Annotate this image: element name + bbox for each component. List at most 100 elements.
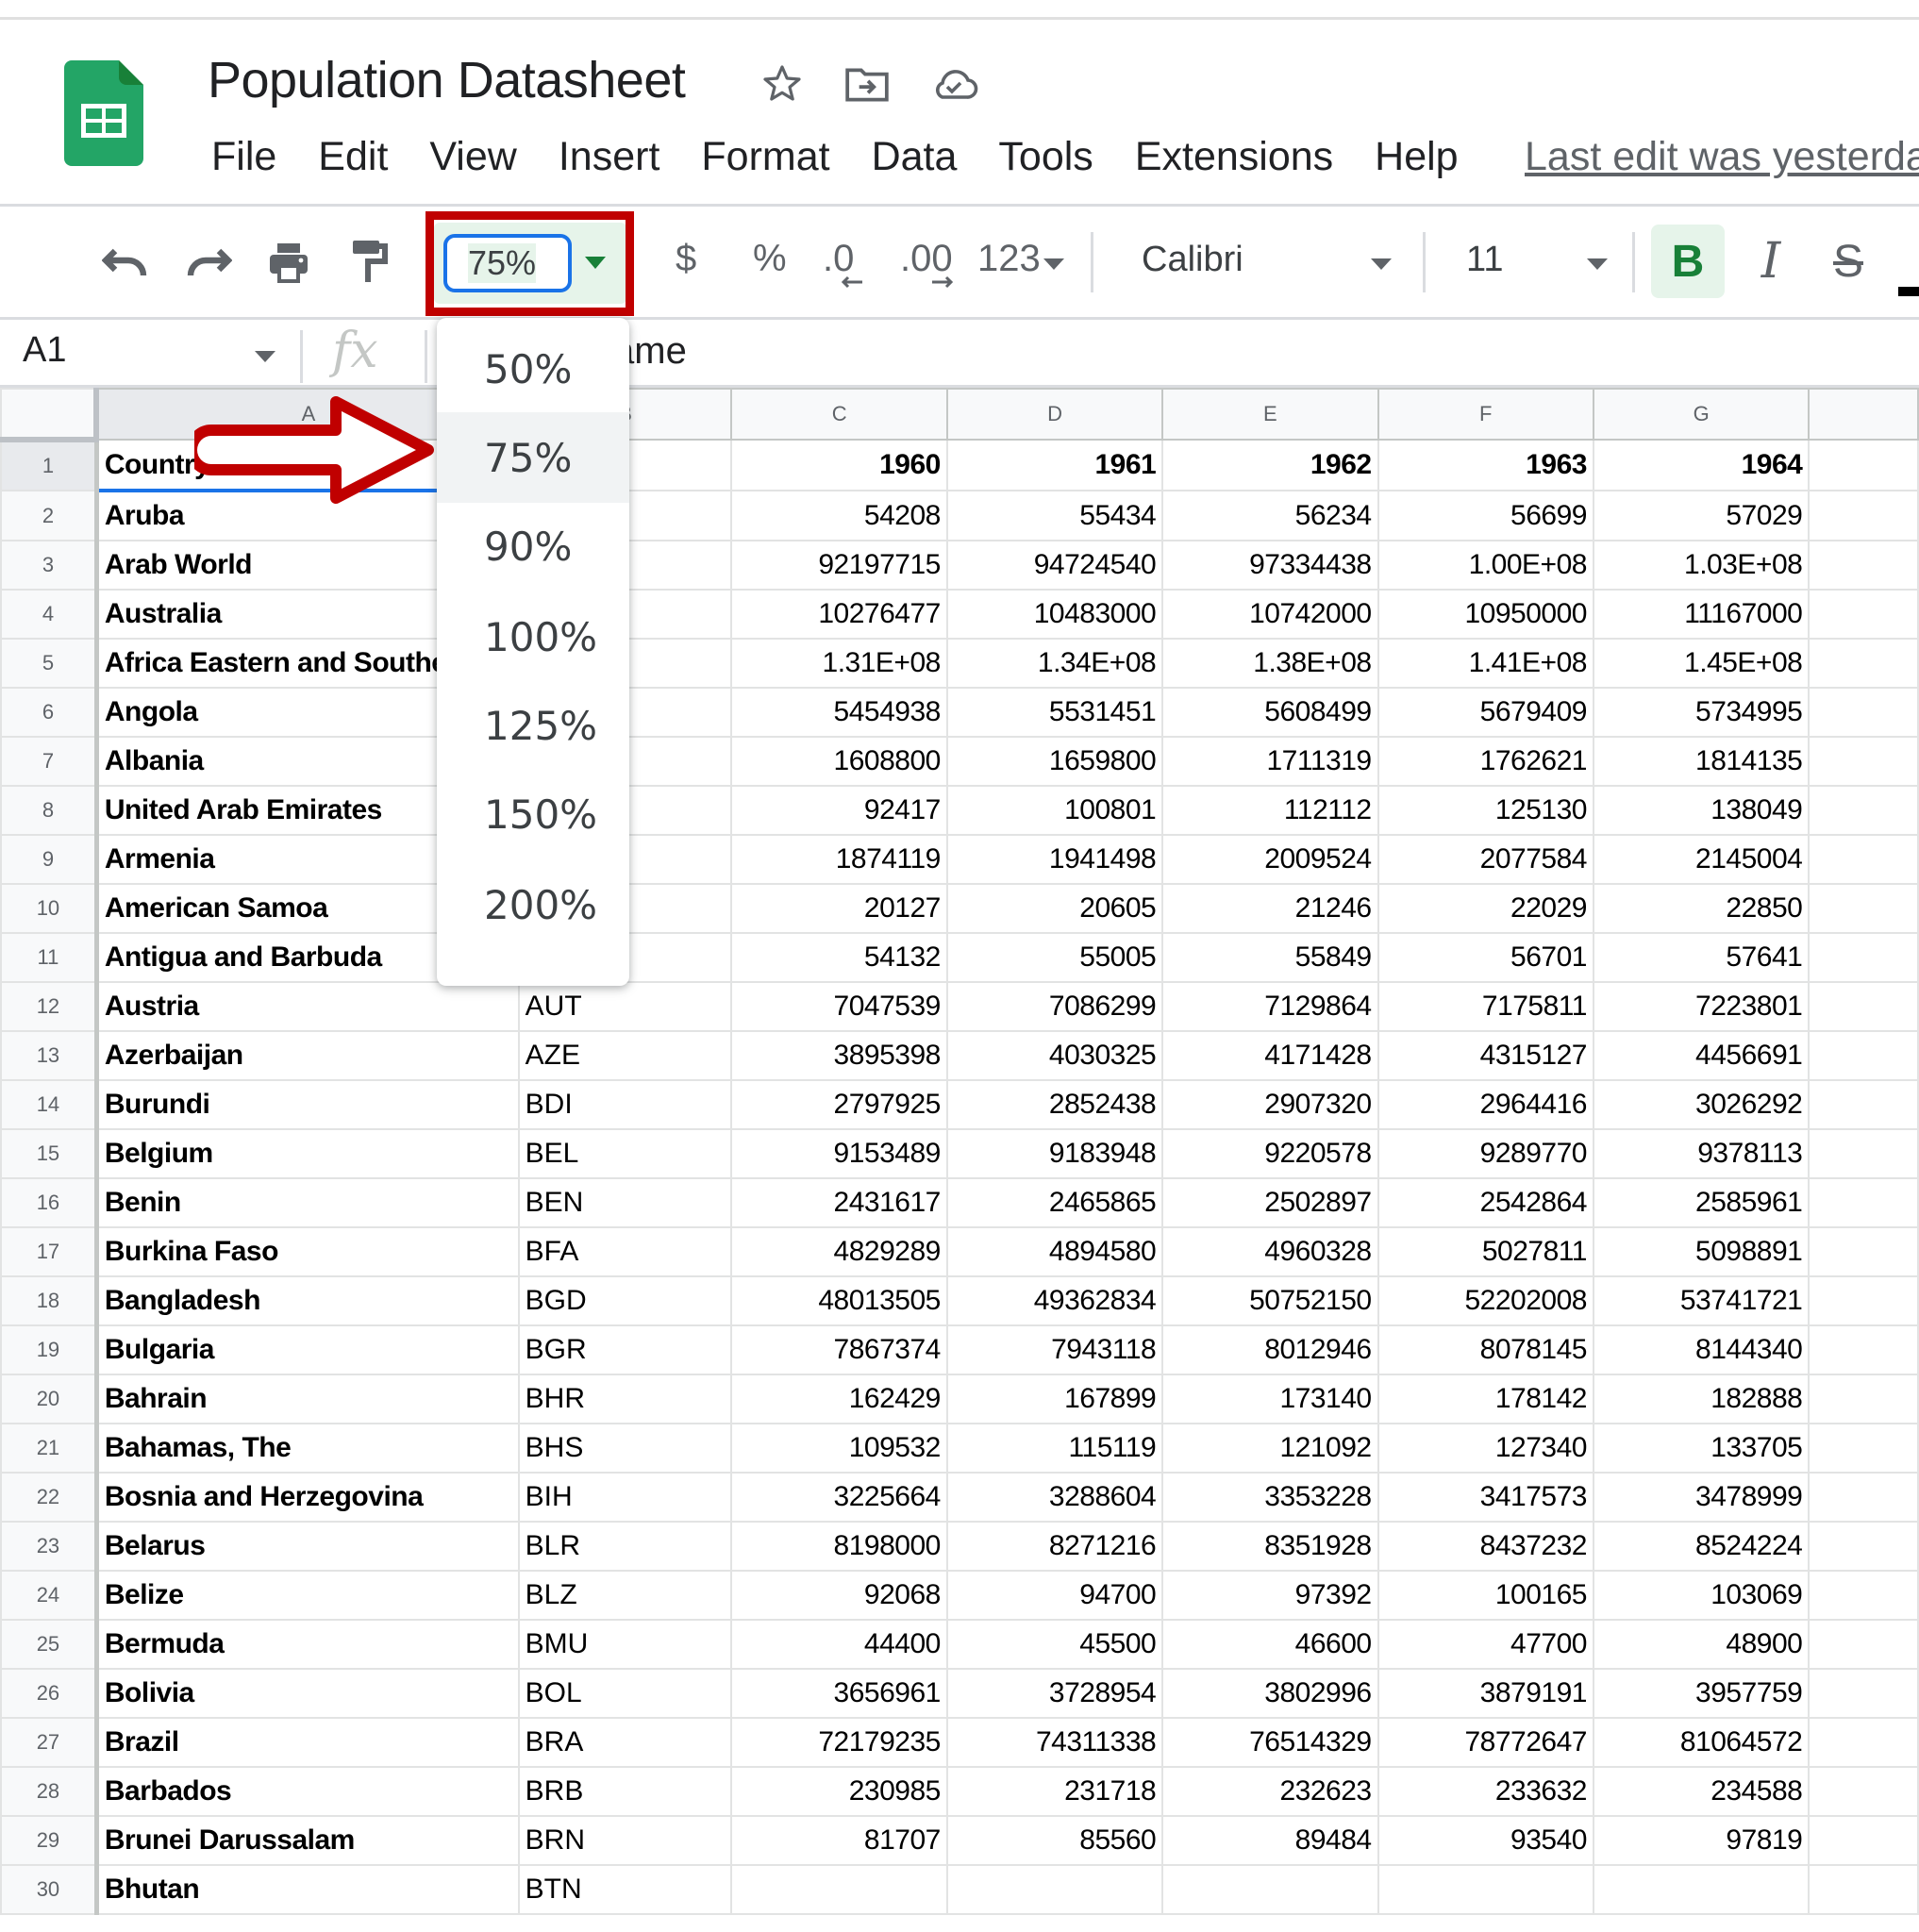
cell-population[interactable]: 3353228: [1161, 1472, 1379, 1523]
cell-empty[interactable]: [1808, 1423, 1919, 1474]
cell-population[interactable]: 53741721: [1592, 1275, 1811, 1326]
cell-population[interactable]: 3288604: [945, 1472, 1164, 1523]
cell-population[interactable]: 72179235: [730, 1717, 948, 1768]
cell-population[interactable]: 21246: [1161, 883, 1379, 934]
cell-population[interactable]: 115119: [945, 1423, 1164, 1474]
cell-population[interactable]: 100801: [945, 785, 1164, 836]
cell-population[interactable]: 7223801: [1592, 981, 1811, 1032]
row-header[interactable]: 6: [0, 687, 99, 738]
cell-population[interactable]: 81707: [730, 1815, 948, 1866]
cell-population[interactable]: 2964416: [1377, 1079, 1594, 1130]
cell-population[interactable]: 48900: [1592, 1619, 1811, 1670]
cell-empty[interactable]: [1808, 1619, 1919, 1670]
cell-population[interactable]: 2797925: [730, 1079, 948, 1130]
cell-population[interactable]: [1377, 1864, 1594, 1915]
cell-population[interactable]: 55434: [945, 490, 1164, 541]
cell-population[interactable]: 1.31E+08: [730, 638, 948, 689]
cell-population[interactable]: 1941498: [945, 834, 1164, 885]
column-header-f[interactable]: F: [1377, 388, 1594, 441]
cell-population[interactable]: 92417: [730, 785, 948, 836]
row-header[interactable]: 3: [0, 540, 99, 591]
cell-country-name[interactable]: Burundi: [95, 1079, 520, 1130]
cell-empty[interactable]: [1808, 1766, 1919, 1817]
cell-population[interactable]: [1161, 1864, 1379, 1915]
menu-help[interactable]: Help: [1354, 134, 1478, 180]
cell-empty[interactable]: [1808, 1521, 1919, 1572]
row-header[interactable]: 11: [0, 932, 99, 983]
cell-population[interactable]: 173140: [1161, 1374, 1379, 1424]
menu-file[interactable]: File: [191, 134, 297, 180]
cell-population[interactable]: 56234: [1161, 490, 1379, 541]
cell-population[interactable]: 133705: [1592, 1423, 1811, 1474]
cell-country-name[interactable]: Brunei Darussalam: [95, 1815, 520, 1866]
column-header-c[interactable]: C: [730, 388, 948, 441]
row-header[interactable]: 21: [0, 1423, 99, 1474]
cell-country-code[interactable]: BIH: [517, 1472, 733, 1523]
cell-country-code[interactable]: BGR: [517, 1324, 733, 1375]
font-size-caret-icon[interactable]: [1587, 258, 1608, 270]
cell-population[interactable]: 8437232: [1377, 1521, 1594, 1572]
redo-icon[interactable]: [179, 234, 236, 291]
number-format-button[interactable]: 123: [977, 238, 1041, 280]
cell-empty[interactable]: [1808, 1030, 1919, 1081]
cell-empty[interactable]: [1808, 490, 1919, 541]
cell-country-code[interactable]: BHS: [517, 1423, 733, 1474]
cell-population[interactable]: 127340: [1377, 1423, 1594, 1474]
cell-empty[interactable]: [1808, 1079, 1919, 1130]
cell-population[interactable]: 3417573: [1377, 1472, 1594, 1523]
cell-population[interactable]: 52202008: [1377, 1275, 1594, 1326]
text-color-icon[interactable]: [1898, 287, 1919, 296]
row-header[interactable]: 18: [0, 1275, 99, 1326]
cell-country-code[interactable]: BMU: [517, 1619, 733, 1670]
cell-population[interactable]: [730, 1864, 948, 1915]
cell-empty[interactable]: [1808, 981, 1919, 1032]
cell-population[interactable]: 1608800: [730, 736, 948, 787]
cell-population[interactable]: 76514329: [1161, 1717, 1379, 1768]
cell-population[interactable]: 1960: [730, 439, 948, 491]
cell-population[interactable]: 3026292: [1592, 1079, 1811, 1130]
column-header-d[interactable]: D: [945, 388, 1164, 441]
cell-population[interactable]: 56701: [1377, 932, 1594, 983]
cell-population[interactable]: 89484: [1161, 1815, 1379, 1866]
print-icon[interactable]: [260, 234, 317, 291]
cell-population[interactable]: 178142: [1377, 1374, 1594, 1424]
cell-population[interactable]: 8524224: [1592, 1521, 1811, 1572]
row-header[interactable]: 2: [0, 490, 99, 541]
row-header[interactable]: 24: [0, 1570, 99, 1621]
cell-population[interactable]: 1814135: [1592, 736, 1811, 787]
zoom-option-100[interactable]: 100%: [437, 591, 629, 682]
paint-format-icon[interactable]: [342, 234, 398, 291]
cell-population[interactable]: 20605: [945, 883, 1164, 934]
cell-empty[interactable]: [1808, 1275, 1919, 1326]
cell-country-name[interactable]: Belgium: [95, 1128, 520, 1179]
row-header[interactable]: 20: [0, 1374, 99, 1424]
cell-population[interactable]: 9220578: [1161, 1128, 1379, 1179]
cell-country-code[interactable]: BFA: [517, 1226, 733, 1277]
cell-population[interactable]: 1962: [1161, 439, 1379, 491]
cell-population[interactable]: 138049: [1592, 785, 1811, 836]
menu-format[interactable]: Format: [680, 134, 850, 180]
row-header[interactable]: 29: [0, 1815, 99, 1866]
cell-population[interactable]: 121092: [1161, 1423, 1379, 1474]
cell-population[interactable]: 92068: [730, 1570, 948, 1621]
cell-empty[interactable]: [1808, 883, 1919, 934]
cell-population[interactable]: 8198000: [730, 1521, 948, 1572]
cell-population[interactable]: 4894580: [945, 1226, 1164, 1277]
cell-population[interactable]: 5027811: [1377, 1226, 1594, 1277]
cell-population[interactable]: 9378113: [1592, 1128, 1811, 1179]
cell-population[interactable]: 233632: [1377, 1766, 1594, 1817]
menu-data[interactable]: Data: [851, 134, 978, 180]
cell-empty[interactable]: [1808, 1226, 1919, 1277]
column-header-h[interactable]: [1808, 388, 1919, 441]
cell-population[interactable]: 93540: [1377, 1815, 1594, 1866]
cell-population[interactable]: 97334438: [1161, 540, 1379, 591]
column-header-g[interactable]: G: [1592, 388, 1811, 441]
cell-population[interactable]: 10950000: [1377, 589, 1594, 640]
zoom-option-125[interactable]: 125%: [437, 680, 629, 771]
cell-population[interactable]: 55005: [945, 932, 1164, 983]
row-header[interactable]: 23: [0, 1521, 99, 1572]
sheets-logo-icon[interactable]: [64, 60, 143, 166]
cell-population[interactable]: 92197715: [730, 540, 948, 591]
cell-population[interactable]: 231718: [945, 1766, 1164, 1817]
cell-empty[interactable]: [1808, 540, 1919, 591]
